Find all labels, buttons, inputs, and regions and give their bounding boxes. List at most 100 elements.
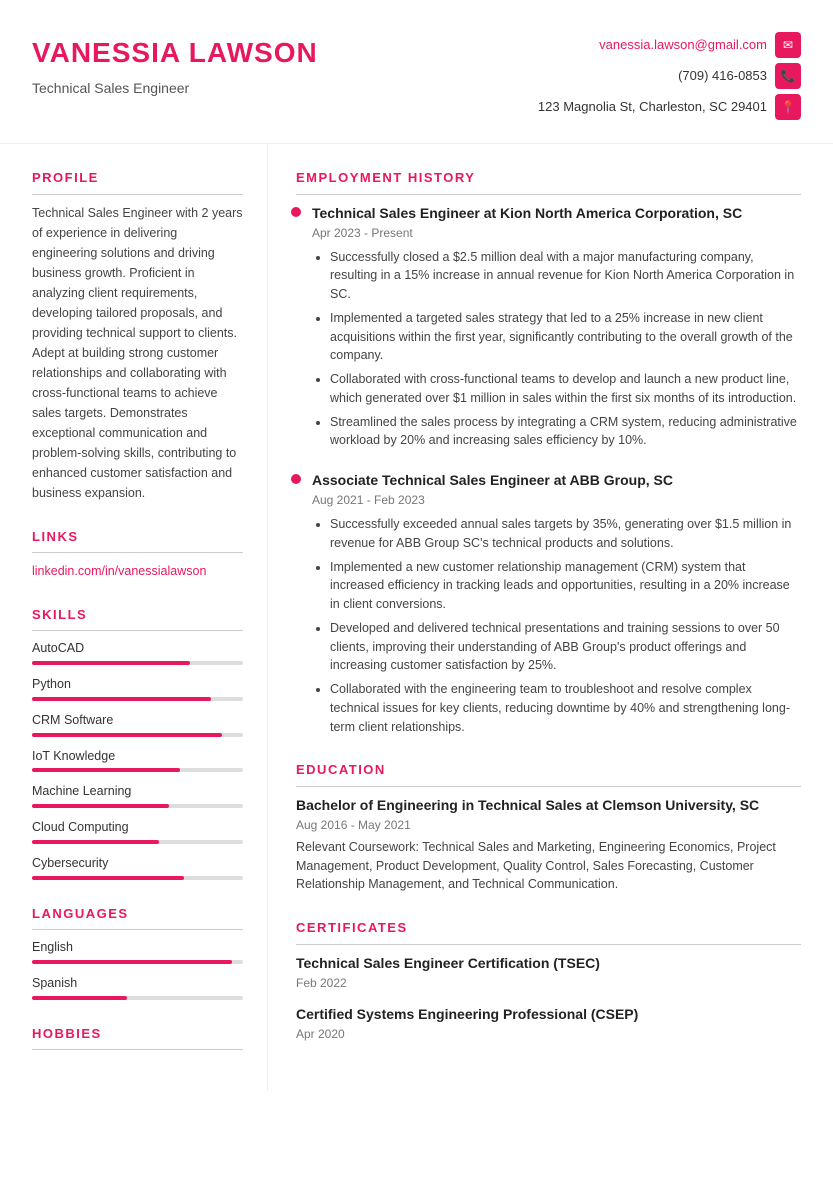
skill-item: AutoCAD: [32, 639, 243, 665]
languages-title: LANGUAGES: [32, 904, 243, 931]
job-item: Associate Technical Sales Engineer at AB…: [296, 470, 801, 736]
certificates-section: CERTIFICATES Technical Sales Engineer Ce…: [296, 918, 801, 1043]
job-dot: [291, 207, 301, 217]
email-icon: ✉: [775, 32, 801, 58]
skill-name: Machine Learning: [32, 782, 243, 801]
skill-name: CRM Software: [32, 711, 243, 730]
languages-section: LANGUAGES English Spanish: [32, 904, 243, 1000]
job-bullet: Implemented a targeted sales strategy th…: [330, 309, 801, 365]
location-icon: 📍: [775, 94, 801, 120]
language-bar-fill: [32, 996, 127, 1000]
certificate-item: Technical Sales Engineer Certification (…: [296, 953, 801, 992]
skill-bar-fill: [32, 876, 184, 880]
skill-name: Python: [32, 675, 243, 694]
skill-item: CRM Software: [32, 711, 243, 737]
header: VANESSIA LAWSON Technical Sales Engineer…: [0, 0, 833, 144]
links-section: LINKS linkedin.com/in/vanessialawson: [32, 527, 243, 581]
profile-text: Technical Sales Engineer with 2 years of…: [32, 203, 243, 503]
job-item: Technical Sales Engineer at Kion North A…: [296, 203, 801, 451]
job-bullet: Collaborated with cross-functional teams…: [330, 370, 801, 408]
candidate-title: Technical Sales Engineer: [32, 78, 318, 99]
job-bullet: Implemented a new customer relationship …: [330, 558, 801, 614]
education-section: EDUCATION Bachelor of Engineering in Tec…: [296, 760, 801, 894]
certificates-title: CERTIFICATES: [296, 918, 801, 945]
skill-bar-bg: [32, 804, 243, 808]
certificate-item: Certified Systems Engineering Profession…: [296, 1004, 801, 1043]
skill-bar-fill: [32, 697, 211, 701]
skill-bar-fill: [32, 661, 190, 665]
job-dot: [291, 474, 301, 484]
hobbies-title: HOBBIES: [32, 1024, 243, 1051]
cert-title: Certified Systems Engineering Profession…: [296, 1004, 801, 1025]
edu-description: Relevant Coursework: Technical Sales and…: [296, 838, 801, 894]
skill-name: IoT Knowledge: [32, 747, 243, 766]
skill-item: Machine Learning: [32, 782, 243, 808]
language-name: Spanish: [32, 974, 243, 993]
skill-item: Cloud Computing: [32, 818, 243, 844]
skill-bar-bg: [32, 876, 243, 880]
language-item: English: [32, 938, 243, 964]
right-column: EMPLOYMENT HISTORY Technical Sales Engin…: [268, 144, 833, 1091]
skill-item: Python: [32, 675, 243, 701]
profile-section: PROFILE Technical Sales Engineer with 2 …: [32, 168, 243, 503]
skill-bar-bg: [32, 697, 243, 701]
skill-bar-fill: [32, 840, 159, 844]
cert-date: Feb 2022: [296, 974, 801, 992]
skill-item: Cybersecurity: [32, 854, 243, 880]
job-bullet: Developed and delivered technical presen…: [330, 619, 801, 675]
edu-date: Aug 2016 - May 2021: [296, 816, 801, 834]
phone-icon: 📞: [775, 63, 801, 89]
employment-title: EMPLOYMENT HISTORY: [296, 168, 801, 195]
skill-name: Cybersecurity: [32, 854, 243, 873]
linkedin-link[interactable]: linkedin.com/in/vanessialawson: [32, 564, 206, 578]
education-item: Bachelor of Engineering in Technical Sal…: [296, 795, 801, 894]
education-list: Bachelor of Engineering in Technical Sal…: [296, 795, 801, 894]
skill-bar-fill: [32, 804, 169, 808]
job-title: Associate Technical Sales Engineer at AB…: [312, 470, 801, 491]
candidate-name: VANESSIA LAWSON: [32, 32, 318, 74]
skill-name: Cloud Computing: [32, 818, 243, 837]
language-bar-bg: [32, 960, 243, 964]
header-left: VANESSIA LAWSON Technical Sales Engineer: [32, 32, 318, 99]
skill-bar-bg: [32, 768, 243, 772]
language-bar-bg: [32, 996, 243, 1000]
certificates-list: Technical Sales Engineer Certification (…: [296, 953, 801, 1043]
job-title: Technical Sales Engineer at Kion North A…: [312, 203, 801, 224]
email-row: vanessia.lawson@gmail.com ✉: [599, 32, 801, 58]
skill-name: AutoCAD: [32, 639, 243, 658]
address-row: 123 Magnolia St, Charleston, SC 29401 📍: [538, 94, 801, 120]
language-bar-fill: [32, 960, 232, 964]
job-date: Apr 2023 - Present: [312, 224, 801, 242]
languages-list: English Spanish: [32, 938, 243, 1000]
left-column: PROFILE Technical Sales Engineer with 2 …: [0, 144, 268, 1091]
skill-bar-bg: [32, 661, 243, 665]
skills-section: SKILLS AutoCAD Python CRM Software IoT K…: [32, 605, 243, 880]
edu-title: Bachelor of Engineering in Technical Sal…: [296, 795, 801, 816]
cert-date: Apr 2020: [296, 1025, 801, 1043]
main-content: PROFILE Technical Sales Engineer with 2 …: [0, 144, 833, 1091]
job-bullet: Successfully exceeded annual sales targe…: [330, 515, 801, 553]
language-name: English: [32, 938, 243, 957]
jobs-list: Technical Sales Engineer at Kion North A…: [296, 203, 801, 737]
phone-row: (709) 416-0853 📞: [678, 63, 801, 89]
address-text: 123 Magnolia St, Charleston, SC 29401: [538, 97, 767, 117]
job-bullet: Collaborated with the engineering team t…: [330, 680, 801, 736]
employment-section: EMPLOYMENT HISTORY Technical Sales Engin…: [296, 168, 801, 736]
skills-list: AutoCAD Python CRM Software IoT Knowledg…: [32, 639, 243, 879]
skill-bar-bg: [32, 840, 243, 844]
job-bullets: Successfully closed a $2.5 million deal …: [312, 248, 801, 451]
header-right: vanessia.lawson@gmail.com ✉ (709) 416-08…: [538, 32, 801, 123]
skill-bar-fill: [32, 733, 222, 737]
skill-bar-bg: [32, 733, 243, 737]
cert-title: Technical Sales Engineer Certification (…: [296, 953, 801, 974]
skill-bar-fill: [32, 768, 180, 772]
skills-title: SKILLS: [32, 605, 243, 632]
email-link[interactable]: vanessia.lawson@gmail.com: [599, 35, 767, 55]
skill-item: IoT Knowledge: [32, 747, 243, 773]
phone-text: (709) 416-0853: [678, 66, 767, 86]
language-item: Spanish: [32, 974, 243, 1000]
page: VANESSIA LAWSON Technical Sales Engineer…: [0, 0, 833, 1178]
job-date: Aug 2021 - Feb 2023: [312, 491, 801, 509]
linkedin-link-item: linkedin.com/in/vanessialawson: [32, 561, 243, 581]
job-bullet: Streamlined the sales process by integra…: [330, 413, 801, 451]
